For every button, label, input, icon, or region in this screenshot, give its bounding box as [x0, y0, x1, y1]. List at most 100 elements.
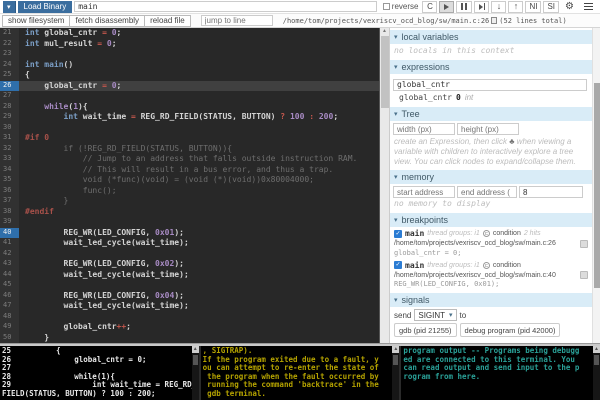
code-line[interactable]: 32 if (!REG_RD_FIELD(STATUS, BUTTON)){	[0, 144, 379, 155]
code-line[interactable]: 47 wait_led_cycle(wait_time);	[0, 301, 379, 312]
code-line[interactable]: 42	[0, 249, 379, 260]
condition-icon[interactable]: C	[483, 262, 490, 269]
line-number-gutter[interactable]: 35	[0, 175, 19, 186]
status-terminal[interactable]: , SIGTRAP). If the program exited due to…	[201, 346, 402, 400]
line-number-gutter[interactable]: 42	[0, 249, 19, 260]
condition-label[interactable]: condition	[493, 230, 521, 237]
line-number-gutter[interactable]: 49	[0, 322, 19, 333]
code-line[interactable]: 46 REG_WR(LED_CONFIG, 0x04);	[0, 291, 379, 302]
line-number-gutter[interactable]: 27	[0, 91, 19, 102]
memory-end-input[interactable]	[457, 186, 517, 198]
tree-width-input[interactable]	[393, 123, 455, 135]
code-line[interactable]: 28 while(1){	[0, 102, 379, 113]
line-number-gutter[interactable]: 22	[0, 39, 19, 50]
breakpoint-item[interactable]: ✓mainthread groups: i1Ccondition/home/to…	[390, 259, 592, 291]
code-line[interactable]: 43 REG_WR(LED_CONFIG, 0x02);	[0, 259, 379, 270]
binary-path-input[interactable]	[74, 1, 377, 12]
code-line[interactable]: 50 }	[0, 333, 379, 344]
output-terminal-scrollbar[interactable]: ▲	[593, 346, 600, 400]
code-line[interactable]: 41 wait_led_cycle(wait_time);	[0, 238, 379, 249]
copy-path-icon[interactable]	[491, 17, 497, 24]
continue-button[interactable]: C	[422, 1, 437, 13]
breakpoint-path[interactable]: /home/tom/projects/vexriscv_ocd_blog/sw/…	[394, 240, 556, 247]
run-button[interactable]	[439, 1, 454, 13]
jump-to-line-input[interactable]	[201, 15, 273, 26]
code-line[interactable]: 45	[0, 280, 379, 291]
memory-header[interactable]: ▾ memory	[390, 170, 592, 184]
line-number-gutter[interactable]: 41	[0, 238, 19, 249]
breakpoints-header[interactable]: ▾ breakpoints	[390, 213, 592, 227]
next-instruction-button[interactable]: NI	[525, 1, 541, 13]
menu-button[interactable]	[580, 1, 597, 13]
reverse-checkbox[interactable]	[383, 3, 390, 10]
line-number-gutter[interactable]: 30	[0, 123, 19, 134]
code-line[interactable]: 49 global_cntr++;	[0, 322, 379, 333]
step-over-button[interactable]	[474, 1, 489, 13]
code-line[interactable]: 34 // This will result in a bus error, a…	[0, 165, 379, 176]
breakpoint-enabled-checkbox[interactable]: ✓	[394, 230, 402, 238]
line-number-gutter[interactable]: 25	[0, 70, 19, 81]
line-number-gutter[interactable]: 43	[0, 259, 19, 270]
editor-scrollbar[interactable]: ▲	[379, 28, 389, 343]
scrollbar-thumb[interactable]	[594, 355, 599, 365]
scrollbar-thumb[interactable]	[393, 355, 398, 365]
step-instruction-button[interactable]: SI	[543, 1, 559, 13]
breakpoint-item[interactable]: ✓mainthread groups: i1Ccondition2 hits/h…	[390, 227, 592, 259]
code-line[interactable]: 29 int wait_time = REG_RD_FIELD(STATUS, …	[0, 112, 379, 123]
line-number-gutter[interactable]: 39	[0, 217, 19, 228]
line-number-gutter[interactable]: 24	[0, 60, 19, 71]
condition-icon[interactable]: C	[483, 230, 490, 237]
settings-button[interactable]: ⚙	[561, 1, 578, 13]
condition-label[interactable]: condition	[493, 262, 521, 269]
expression-result[interactable]: global_cntr 0 int	[390, 92, 592, 104]
step-out-button[interactable]: ↑	[508, 1, 523, 13]
code-line[interactable]: 40 REG_WR(LED_CONFIG, 0x01);	[0, 228, 379, 239]
tree-header[interactable]: ▾ Tree	[390, 107, 592, 121]
delete-breakpoint-icon[interactable]	[580, 240, 588, 248]
reverse-checkbox-label[interactable]: reverse	[383, 2, 419, 11]
local-variables-header[interactable]: ▾ local variables	[390, 30, 592, 44]
code-line[interactable]: 37 }	[0, 196, 379, 207]
program-output-terminal[interactable]: program output -- Programs being debugg …	[401, 346, 600, 400]
scroll-up-icon[interactable]: ▲	[382, 28, 387, 35]
expressions-header[interactable]: ▾ expressions	[390, 60, 592, 74]
signal-target-button[interactable]: gdb (pid 21255)	[394, 323, 457, 337]
code-line[interactable]: 26 global_cntr = 0;	[0, 81, 379, 92]
line-number-gutter[interactable]: 31	[0, 133, 19, 144]
line-number-gutter[interactable]: 38	[0, 207, 19, 218]
code-line[interactable]: 30	[0, 123, 379, 134]
signal-select[interactable]: SIGINT ▾	[414, 309, 456, 321]
fetch-disassembly-button[interactable]: fetch disassembly	[69, 15, 145, 27]
delete-breakpoint-icon[interactable]	[580, 271, 588, 279]
memory-start-input[interactable]	[393, 186, 455, 198]
line-number-gutter[interactable]: 32	[0, 144, 19, 155]
line-number-gutter[interactable]: 45	[0, 280, 19, 291]
sidebar-scrollbar[interactable]	[592, 28, 600, 343]
code-line[interactable]: 24int main()	[0, 60, 379, 71]
line-number-gutter[interactable]: 44	[0, 270, 19, 281]
line-number-gutter[interactable]: 37	[0, 196, 19, 207]
line-number-gutter[interactable]: 40	[0, 228, 19, 239]
gdb-terminal-scrollbar[interactable]: ▲	[192, 346, 199, 400]
gdb-console-terminal[interactable]: 25 { 26 global_cntr = 0; 27 28 while(1){…	[0, 346, 201, 400]
load-binary-dropdown-caret-icon[interactable]: ▾	[3, 1, 16, 13]
load-binary-button[interactable]: Load Binary	[18, 1, 73, 13]
reload-file-button[interactable]: reload file	[144, 15, 191, 27]
editor-scrollbar-thumb[interactable]	[381, 36, 389, 108]
line-number-gutter[interactable]: 23	[0, 49, 19, 60]
status-terminal-scrollbar[interactable]: ▲	[392, 346, 399, 400]
breakpoint-enabled-checkbox[interactable]: ✓	[394, 261, 402, 269]
line-number-gutter[interactable]: 29	[0, 112, 19, 123]
code-line[interactable]: 22int mul_result = 0;	[0, 39, 379, 50]
line-number-gutter[interactable]: 47	[0, 301, 19, 312]
line-number-gutter[interactable]: 50	[0, 333, 19, 344]
code-line[interactable]: 25{	[0, 70, 379, 81]
breakpoint-path[interactable]: /home/tom/projects/vexriscv_ocd_blog/sw/…	[394, 272, 556, 279]
code-line[interactable]: 27	[0, 91, 379, 102]
signals-header[interactable]: ▾ signals	[390, 293, 592, 307]
show-filesystem-button[interactable]: show filesystem	[2, 15, 70, 27]
sidebar-scrollbar-thumb[interactable]	[594, 83, 600, 288]
line-number-gutter[interactable]: 36	[0, 186, 19, 197]
code-line[interactable]: 35 void (*func)(void) = (void (*)(void))…	[0, 175, 379, 186]
tree-height-input[interactable]	[457, 123, 519, 135]
